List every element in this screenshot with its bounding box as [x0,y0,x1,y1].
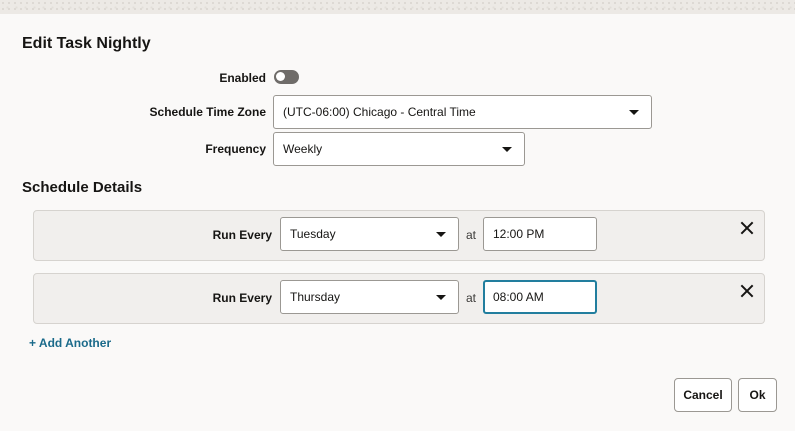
at-label: at [466,291,477,305]
time-input[interactable]: 12:00 PM [483,217,597,251]
chevron-down-icon [436,295,446,300]
chevron-down-icon [502,147,512,152]
day-select[interactable]: Tuesday [280,217,459,251]
frequency-select[interactable]: Weekly [273,132,525,166]
remove-row-close-icon[interactable] [739,220,755,236]
enabled-toggle[interactable] [274,70,299,84]
frequency-label: Frequency [205,142,266,156]
timezone-select[interactable]: (UTC-06:00) Chicago - Central Time [273,95,652,129]
toggle-knob [276,72,285,81]
cancel-button[interactable]: Cancel [674,378,732,412]
chevron-down-icon [436,232,446,237]
run-every-label: Run Every [212,228,272,242]
add-another-link[interactable]: + Add Another [29,336,111,350]
dialog-title: Edit Task Nightly [22,35,151,52]
frequency-value: Weekly [283,142,323,156]
time-value: 12:00 PM [493,227,545,241]
ok-button[interactable]: Ok [738,378,777,412]
time-input[interactable]: 08:00 AM [483,280,597,314]
day-value: Tuesday [290,227,336,241]
header-background-strip [0,0,795,14]
at-label: at [466,228,477,242]
chevron-down-icon [629,110,639,115]
remove-row-close-icon[interactable] [739,283,755,299]
run-every-label: Run Every [212,291,272,305]
enabled-label: Enabled [219,71,266,85]
day-value: Thursday [290,290,341,304]
schedule-details-heading: Schedule Details [22,179,143,196]
timezone-label: Schedule Time Zone [149,105,266,119]
timezone-value: (UTC-06:00) Chicago - Central Time [283,105,476,119]
time-value: 08:00 AM [493,290,544,304]
day-select[interactable]: Thursday [280,280,459,314]
